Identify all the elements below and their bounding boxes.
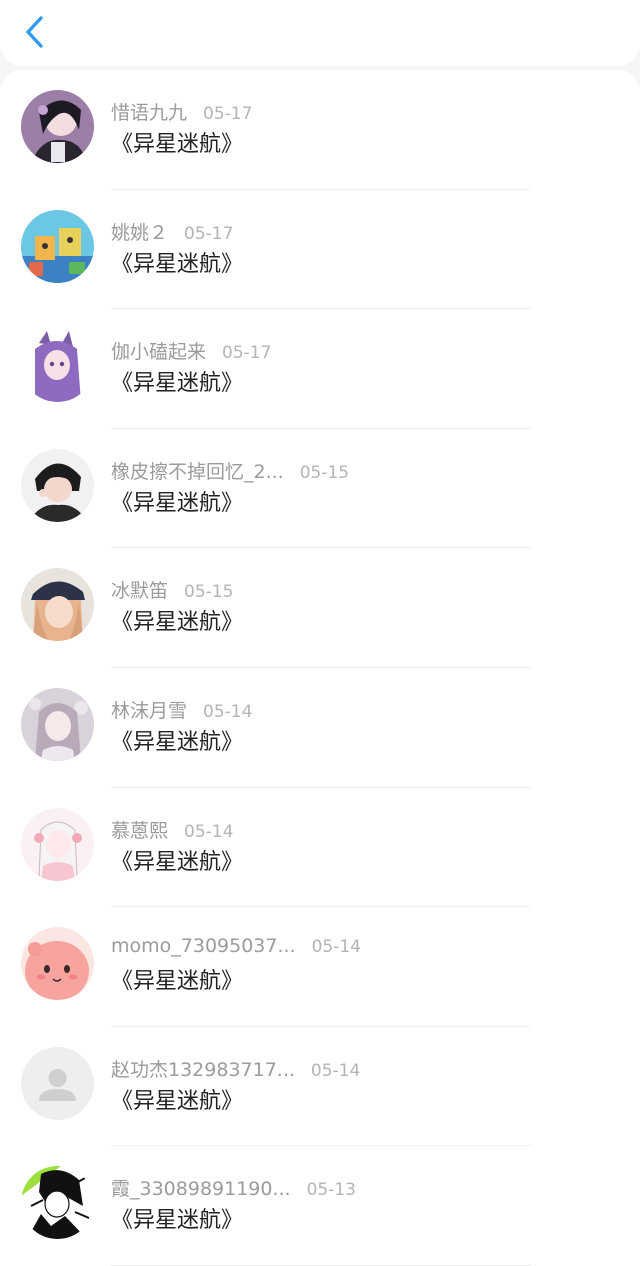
username: 林沫月雪 bbox=[111, 699, 188, 722]
avatar[interactable] bbox=[21, 448, 94, 522]
avatar[interactable] bbox=[21, 1166, 94, 1240]
date: 05-14 bbox=[184, 821, 234, 842]
item-meta: 霞_33089891190... 05-13 bbox=[111, 1174, 356, 1201]
username: momo_73095037... bbox=[111, 935, 296, 958]
date: 05-17 bbox=[222, 343, 272, 364]
item-meta: 惜语九九 05-17 bbox=[111, 98, 253, 124]
username: 霞_33089891190... bbox=[111, 1178, 291, 1201]
username: 惜语九九 bbox=[111, 102, 188, 124]
item-title: 《异星迷航》 bbox=[111, 490, 244, 516]
avatar[interactable] bbox=[21, 90, 94, 163]
item-title: 《异星迷航》 bbox=[111, 729, 244, 755]
date: 05-17 bbox=[203, 104, 253, 124]
item-meta: 姚姚２ 05-17 bbox=[111, 218, 234, 244]
item-title: 《异星迷航》 bbox=[111, 610, 244, 636]
item-meta: momo_73095037... 05-14 bbox=[111, 935, 361, 959]
item-meta: 橡皮擦不掉回忆_2... 05-15 bbox=[111, 457, 350, 483]
avatar[interactable] bbox=[21, 927, 94, 1001]
list-item[interactable]: 慕蒽熙 05-14 《异星迷航》 bbox=[0, 788, 640, 908]
avatar[interactable] bbox=[21, 1046, 94, 1120]
date: 05-14 bbox=[310, 1060, 361, 1081]
item-title: 《异星迷航》 bbox=[111, 132, 244, 157]
avatar[interactable] bbox=[21, 807, 94, 881]
avatar[interactable] bbox=[21, 687, 94, 761]
default-user-icon bbox=[21, 1046, 94, 1120]
date: 05-14 bbox=[203, 701, 253, 722]
username: 伽小磕起来 bbox=[111, 341, 207, 364]
avatar[interactable] bbox=[21, 568, 94, 642]
list-item[interactable]: 姚姚２ 05-17 《异星迷航》 bbox=[0, 190, 640, 310]
item-title: 《异星迷航》 bbox=[111, 849, 244, 875]
item-meta: 林沫月雪 05-14 bbox=[111, 696, 253, 722]
date: 05-14 bbox=[311, 937, 361, 958]
item-meta: 赵功杰132983717... 05-14 bbox=[111, 1055, 361, 1081]
list-item[interactable]: 冰默笛 05-15 《异星迷航》 bbox=[0, 548, 640, 668]
username: 赵功杰132983717... bbox=[111, 1058, 295, 1081]
item-title: 《异星迷航》 bbox=[111, 1208, 244, 1234]
item-title: 《异星迷航》 bbox=[111, 251, 244, 277]
username: 慕蒽熙 bbox=[111, 819, 169, 842]
list-item[interactable]: 林沫月雪 05-14 《异星迷航》 bbox=[0, 668, 640, 788]
avatar[interactable] bbox=[21, 329, 94, 403]
item-meta: 慕蒽熙 05-14 bbox=[111, 816, 234, 842]
item-title: 《异星迷航》 bbox=[111, 1088, 244, 1114]
chevron-left-icon bbox=[26, 16, 43, 48]
list-item[interactable]: 惜语九九 05-17 《异星迷航》 bbox=[0, 70, 640, 190]
item-title: 《异星迷航》 bbox=[111, 371, 244, 397]
back-button[interactable] bbox=[16, 12, 56, 52]
list-item[interactable]: 霞_33089891190... 05-13 《异星迷航》 bbox=[0, 1146, 640, 1266]
list-item[interactable]: 橡皮擦不掉回忆_2... 05-15 《异星迷航》 bbox=[0, 429, 640, 549]
date: 05-15 bbox=[299, 462, 350, 483]
item-meta: 伽小磕起来 05-17 bbox=[111, 337, 272, 364]
username: 橡皮擦不掉回忆_2... bbox=[111, 460, 284, 483]
top-bar bbox=[0, 0, 640, 66]
username: 姚姚２ bbox=[111, 221, 169, 244]
username: 冰默笛 bbox=[111, 580, 169, 603]
date: 05-13 bbox=[306, 1180, 356, 1201]
list-item[interactable]: momo_73095037... 05-14 《异星迷航》 bbox=[0, 907, 640, 1027]
user-list: 惜语九九 05-17 《异星迷航》 姚姚２ 05-17 《异星迷航》 伽小磕起来… bbox=[0, 70, 640, 1266]
list-item[interactable]: 赵功杰132983717... 05-14 《异星迷航》 bbox=[0, 1027, 640, 1147]
list-item[interactable]: 伽小磕起来 05-17 《异星迷航》 bbox=[0, 309, 640, 429]
date: 05-17 bbox=[184, 223, 234, 244]
date: 05-15 bbox=[184, 582, 234, 603]
avatar[interactable] bbox=[21, 209, 94, 283]
item-title: 《异星迷航》 bbox=[111, 969, 244, 995]
item-meta: 冰默笛 05-15 bbox=[111, 576, 234, 603]
